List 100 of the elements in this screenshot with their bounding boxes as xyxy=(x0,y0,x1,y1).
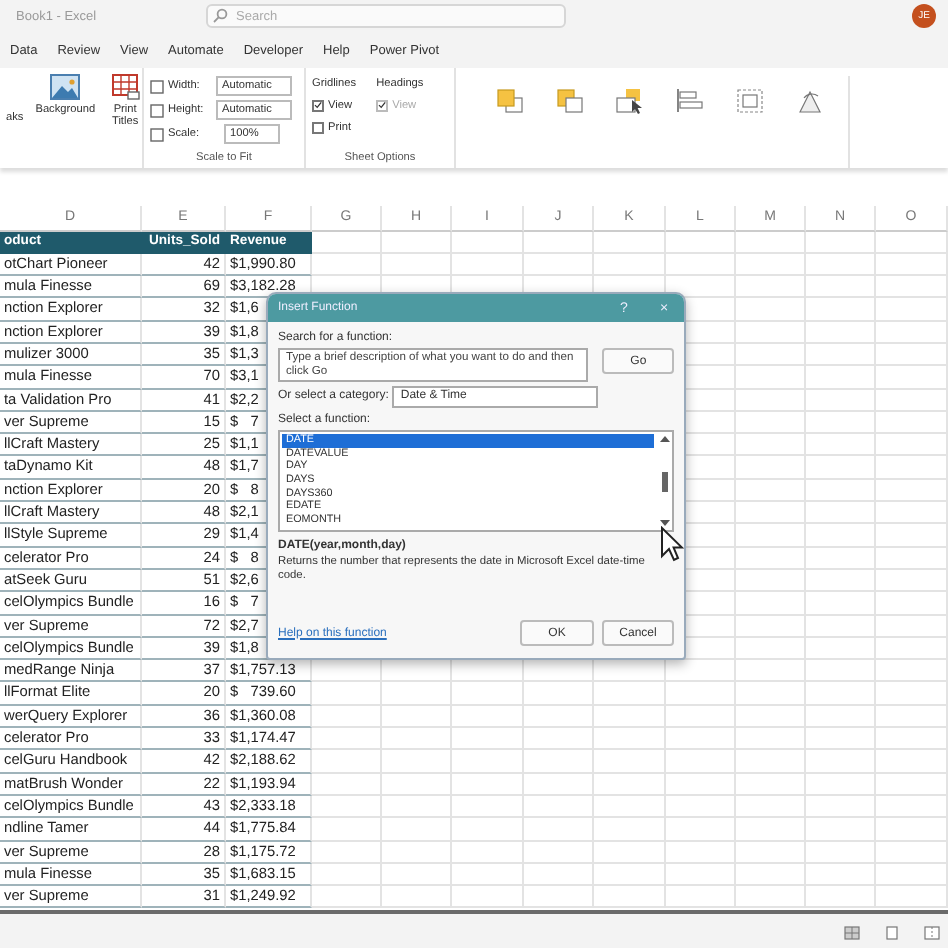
empty-cell[interactable] xyxy=(806,547,876,570)
empty-cell[interactable] xyxy=(736,547,806,570)
empty-cell[interactable] xyxy=(806,841,876,864)
empty-cell[interactable] xyxy=(382,728,452,751)
empty-cell[interactable] xyxy=(806,434,876,457)
empty-cell[interactable] xyxy=(594,795,666,819)
empty-cell[interactable] xyxy=(452,728,524,751)
empty-cell[interactable] xyxy=(736,456,806,480)
empty-cell[interactable] xyxy=(666,728,736,751)
empty-cell[interactable] xyxy=(806,795,876,819)
empty-cell[interactable] xyxy=(382,682,452,706)
empty-cell[interactable] xyxy=(876,728,948,751)
group-icon[interactable] xyxy=(736,88,764,114)
empty-cell[interactable] xyxy=(806,479,876,503)
empty-cell[interactable] xyxy=(736,524,806,548)
empty-cell[interactable] xyxy=(382,863,452,887)
empty-cell[interactable] xyxy=(806,592,876,616)
empty-cell[interactable] xyxy=(806,818,876,842)
empty-cell[interactable] xyxy=(806,637,876,661)
empty-cell[interactable] xyxy=(806,343,876,367)
empty-cell[interactable] xyxy=(806,728,876,751)
checkbox[interactable] xyxy=(312,121,324,133)
empty-cell[interactable] xyxy=(666,886,736,909)
empty-cell[interactable] xyxy=(736,298,806,322)
rotate-icon[interactable] xyxy=(796,88,824,114)
empty-cell[interactable] xyxy=(452,705,524,729)
empty-cell[interactable] xyxy=(876,705,948,729)
empty-cell[interactable] xyxy=(736,479,806,503)
empty-cell[interactable] xyxy=(736,276,806,299)
empty-cell[interactable] xyxy=(382,818,452,842)
bring-forward-icon[interactable] xyxy=(496,88,524,114)
empty-cell[interactable] xyxy=(382,795,452,819)
empty-cell[interactable] xyxy=(594,818,666,842)
table-grid-icon[interactable] xyxy=(111,74,140,100)
empty-cell[interactable] xyxy=(736,886,806,909)
empty-cell[interactable] xyxy=(876,298,948,322)
empty-cell[interactable] xyxy=(876,411,948,435)
empty-cell[interactable] xyxy=(666,818,736,842)
empty-cell[interactable] xyxy=(806,863,876,887)
empty-cell[interactable] xyxy=(524,841,594,864)
empty-cell[interactable] xyxy=(452,818,524,842)
empty-cell[interactable] xyxy=(876,502,948,525)
empty-cell[interactable] xyxy=(876,592,948,616)
empty-cell[interactable] xyxy=(806,750,876,774)
empty-cell[interactable] xyxy=(876,366,948,390)
empty-cell[interactable] xyxy=(876,456,948,480)
empty-cell[interactable] xyxy=(666,253,736,277)
empty-cell[interactable] xyxy=(594,231,666,254)
empty-cell[interactable] xyxy=(806,366,876,390)
empty-cell[interactable] xyxy=(736,592,806,616)
empty-cell[interactable] xyxy=(594,863,666,887)
empty-cell[interactable] xyxy=(806,524,876,548)
empty-cell[interactable] xyxy=(382,886,452,909)
empty-cell[interactable] xyxy=(524,728,594,751)
empty-cell[interactable] xyxy=(312,886,382,909)
empty-cell[interactable] xyxy=(312,795,382,819)
empty-cell[interactable] xyxy=(806,276,876,299)
empty-cell[interactable] xyxy=(736,502,806,525)
empty-cell[interactable] xyxy=(736,321,806,344)
empty-cell[interactable] xyxy=(876,750,948,774)
empty-cell[interactable] xyxy=(736,253,806,277)
empty-cell[interactable] xyxy=(594,750,666,774)
empty-cell[interactable] xyxy=(666,863,736,887)
empty-cell[interactable] xyxy=(452,863,524,887)
selection-pane-icon[interactable] xyxy=(616,88,644,114)
empty-cell[interactable] xyxy=(806,411,876,435)
empty-cell[interactable] xyxy=(736,682,806,706)
empty-cell[interactable] xyxy=(736,615,806,638)
empty-cell[interactable] xyxy=(876,389,948,412)
empty-cell[interactable] xyxy=(876,321,948,344)
empty-cell[interactable] xyxy=(736,795,806,819)
empty-cell[interactable] xyxy=(736,231,806,254)
send-backward-icon[interactable] xyxy=(556,88,584,114)
empty-cell[interactable] xyxy=(806,389,876,412)
empty-cell[interactable] xyxy=(382,231,452,254)
empty-cell[interactable] xyxy=(666,682,736,706)
checkbox[interactable] xyxy=(376,99,389,111)
empty-cell[interactable] xyxy=(876,637,948,661)
empty-cell[interactable] xyxy=(806,886,876,909)
empty-cell[interactable] xyxy=(806,660,876,683)
empty-cell[interactable] xyxy=(806,682,876,706)
empty-cell[interactable] xyxy=(806,705,876,729)
empty-cell[interactable] xyxy=(594,841,666,864)
empty-cell[interactable] xyxy=(312,750,382,774)
empty-cell[interactable] xyxy=(736,841,806,864)
empty-cell[interactable] xyxy=(876,615,948,638)
empty-cell[interactable] xyxy=(666,773,736,796)
empty-cell[interactable] xyxy=(876,231,948,254)
empty-cell[interactable] xyxy=(382,841,452,864)
empty-cell[interactable] xyxy=(312,728,382,751)
empty-cell[interactable] xyxy=(806,773,876,796)
empty-cell[interactable] xyxy=(524,795,594,819)
checkbox[interactable] xyxy=(312,99,324,111)
empty-cell[interactable] xyxy=(312,841,382,864)
empty-cell[interactable] xyxy=(452,841,524,864)
empty-cell[interactable] xyxy=(524,886,594,909)
empty-cell[interactable] xyxy=(876,863,948,887)
empty-cell[interactable] xyxy=(876,547,948,570)
empty-cell[interactable] xyxy=(452,750,524,774)
empty-cell[interactable] xyxy=(736,434,806,457)
